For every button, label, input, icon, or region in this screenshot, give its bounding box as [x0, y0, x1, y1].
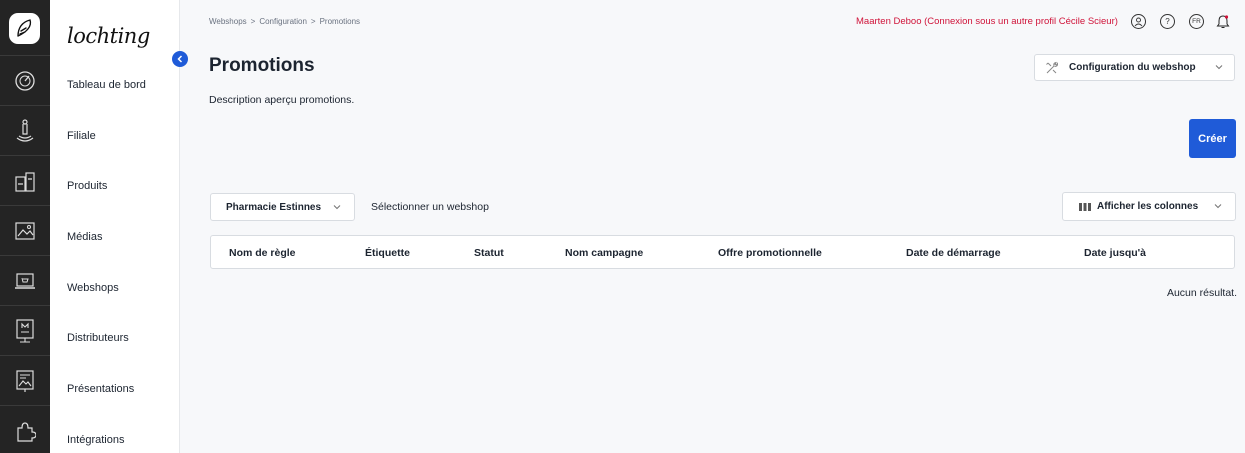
brand-logo: lochting	[67, 24, 150, 48]
empty-state-text: Aucun résultat.	[1166, 287, 1237, 299]
sidebar-item-distributors[interactable]: Distributeurs	[67, 332, 129, 344]
table-header: Nom de règle Étiquette Statut Nom campag…	[210, 235, 1235, 269]
sidebar-item-webshops[interactable]: Webshops	[67, 282, 119, 294]
column-header-campaign-name[interactable]: Nom campagne	[565, 247, 643, 259]
show-columns-label: Afficher les colonnes	[1097, 201, 1199, 212]
webshop-select-hint: Sélectionner un webshop	[371, 201, 489, 213]
page-title: Promotions	[209, 55, 315, 76]
app-logo[interactable]	[9, 13, 40, 44]
sidebar-item-integrations[interactable]: Intégrations	[67, 434, 124, 446]
column-header-status[interactable]: Statut	[474, 247, 504, 259]
rail-webshop[interactable]	[0, 255, 50, 305]
breadcrumb-separator: >	[310, 17, 316, 26]
store-icon	[16, 118, 34, 142]
breadcrumb-webshops[interactable]: Webshops	[209, 17, 247, 26]
help-icon[interactable]: ?	[1160, 14, 1175, 29]
sidebar-item-products[interactable]: Produits	[67, 180, 107, 192]
webshop-select[interactable]: Pharmacie Estinnes	[210, 193, 355, 221]
presentations-icon	[16, 369, 34, 392]
products-icon	[15, 171, 35, 192]
breadcrumb: Webshops > Configuration > Promotions	[209, 17, 360, 26]
rail-dashboard[interactable]	[0, 55, 50, 105]
rail-media[interactable]	[0, 205, 50, 255]
show-columns-dropdown[interactable]: Afficher les colonnes	[1062, 192, 1236, 221]
rail-distributors[interactable]	[0, 305, 50, 355]
webshop-icon	[15, 272, 35, 289]
sidebar-item-presentations[interactable]: Présentations	[67, 383, 134, 395]
column-header-end-date[interactable]: Date jusqu'à	[1084, 247, 1146, 259]
icon-rail	[0, 0, 50, 453]
feather-logo-icon	[17, 19, 32, 37]
sidebar-item-dashboard[interactable]: Tableau de bord	[67, 79, 146, 91]
sidebar: lochting Tableau de bord Filiale Produit…	[50, 0, 180, 453]
language-switcher[interactable]: FR	[1189, 14, 1204, 29]
user-info[interactable]: Maarten Deboo (Connexion sous un autre p…	[856, 16, 1118, 27]
rail-products[interactable]	[0, 155, 50, 205]
rail-integrations[interactable]	[0, 405, 50, 453]
breadcrumb-configuration[interactable]: Configuration	[259, 17, 307, 26]
dashboard-icon	[15, 70, 35, 91]
config-label: Configuration du webshop	[1069, 62, 1196, 73]
user-icon	[1134, 17, 1143, 27]
media-icon	[15, 221, 35, 240]
column-header-label[interactable]: Étiquette	[365, 247, 410, 259]
page-description: Description aperçu promotions.	[209, 94, 355, 106]
distributors-icon	[16, 318, 34, 343]
rail-presentations[interactable]	[0, 355, 50, 405]
chevron-left-icon	[177, 55, 183, 63]
chevron-down-icon	[1214, 204, 1222, 209]
create-button[interactable]: Créer	[1189, 119, 1236, 158]
column-header-rule-name[interactable]: Nom de règle	[229, 247, 296, 259]
collapse-sidebar-button[interactable]	[172, 51, 188, 67]
webshop-select-value: Pharmacie Estinnes	[226, 201, 322, 213]
webshop-config-dropdown[interactable]: Configuration du webshop	[1034, 54, 1235, 81]
sidebar-item-media[interactable]: Médias	[67, 231, 102, 243]
integrations-icon	[17, 421, 36, 442]
breadcrumb-separator: >	[250, 17, 256, 26]
user-profile-icon[interactable]	[1131, 14, 1146, 29]
chevron-down-icon	[333, 205, 341, 210]
breadcrumb-promotions: Promotions	[319, 17, 361, 26]
rail-store[interactable]	[0, 105, 50, 155]
column-header-promo-offer[interactable]: Offre promotionnelle	[718, 247, 822, 259]
chevron-down-icon	[1215, 65, 1223, 70]
columns-icon	[1079, 202, 1091, 211]
notifications-bell-icon[interactable]	[1215, 14, 1230, 29]
column-header-start-date[interactable]: Date de démarrage	[906, 247, 1001, 259]
bell-icon	[1216, 15, 1229, 28]
tools-icon	[1046, 61, 1059, 73]
sidebar-item-store[interactable]: Filiale	[67, 130, 96, 142]
